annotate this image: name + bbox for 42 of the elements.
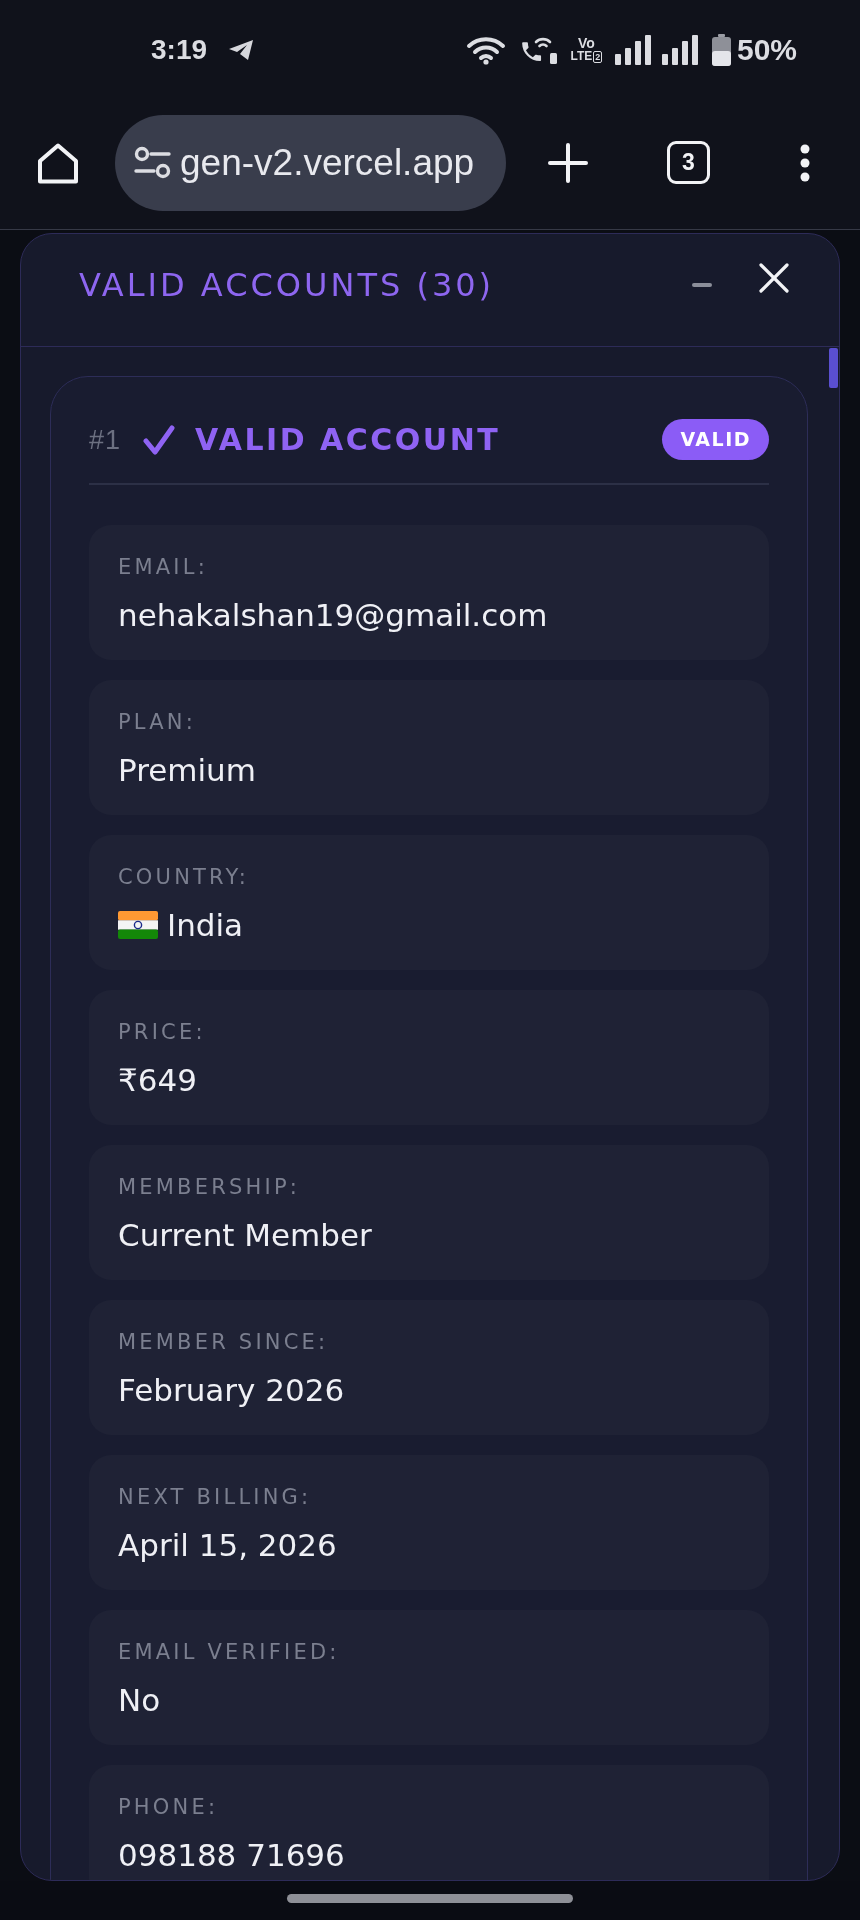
field-label: COUNTRY:: [118, 864, 250, 890]
address-bar[interactable]: gen-v2.vercel.app: [115, 114, 506, 211]
battery-percent: 50%: [736, 33, 797, 67]
field-label: PRICE:: [118, 1019, 206, 1045]
field-value: nehakalshan19@gmail.com: [118, 596, 548, 634]
field-value: India: [167, 906, 244, 944]
field-value: Premium: [118, 751, 256, 789]
account-number: #1: [89, 423, 122, 456]
signal-icon: [661, 35, 699, 65]
volte-indicator: Vo LTE 2: [569, 37, 604, 63]
site-settings-icon[interactable]: [134, 146, 171, 179]
url-text[interactable]: gen-v2.vercel.app: [180, 140, 475, 185]
field-value: 098188 71696: [118, 1836, 345, 1874]
signal-icon: [614, 35, 652, 65]
home-icon: [36, 141, 80, 184]
field-label: EMAIL:: [118, 554, 208, 580]
field-label: PLAN:: [118, 709, 196, 735]
battery-icon: [711, 34, 731, 66]
flag-icon: [118, 911, 158, 939]
field-label: PHONE:: [118, 1794, 219, 1820]
field-value: February 2026: [118, 1371, 345, 1409]
field-label: NEXT BILLING:: [118, 1484, 312, 1510]
field-value: April 15, 2026: [118, 1526, 337, 1564]
more-options-icon: [798, 142, 812, 183]
field-value: Current Member: [118, 1216, 372, 1254]
field-label: EMAIL VERIFIED:: [118, 1639, 340, 1665]
tab-switcher-button[interactable]: 3: [667, 141, 710, 184]
field-value: ₹649: [118, 1061, 197, 1099]
field-label: MEMBER SINCE:: [118, 1329, 329, 1355]
close-icon: [759, 263, 789, 293]
card-title: VALID ACCOUNT: [195, 420, 501, 459]
plus-icon: [548, 142, 588, 183]
check-icon: [143, 423, 176, 456]
scrollbar-thumb[interactable]: [829, 348, 838, 388]
field-label: MEMBERSHIP:: [118, 1174, 301, 1200]
wifi-icon: [465, 35, 506, 65]
field-value: No: [118, 1681, 161, 1719]
status-badge: VALID: [662, 419, 769, 460]
panel-title: VALID ACCOUNTS (30): [79, 265, 495, 306]
clock-time: 3:19: [151, 34, 208, 66]
minimize-icon: [692, 283, 712, 287]
paper-plane-icon: [228, 39, 255, 61]
